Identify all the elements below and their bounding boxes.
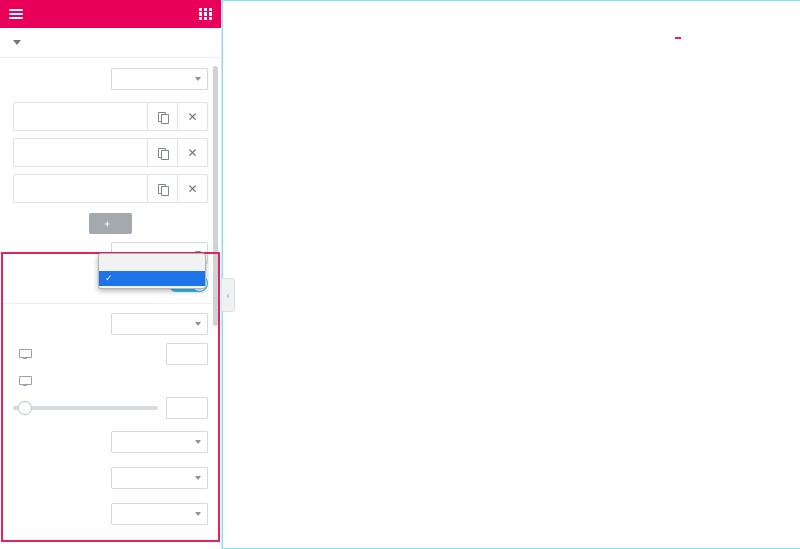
panel-collapse-handle[interactable]: ‹	[222, 278, 235, 312]
dropdown-option-random[interactable]	[99, 271, 205, 286]
type-select[interactable]	[111, 68, 208, 90]
chevron-down-icon	[195, 440, 201, 444]
list-item[interactable]: ✕	[13, 174, 208, 203]
order-by-dropdown[interactable]	[98, 253, 206, 289]
layout-select[interactable]	[111, 313, 208, 335]
list-item[interactable]: ✕	[13, 102, 208, 131]
settings-section-header[interactable]	[0, 28, 221, 58]
divider	[0, 303, 221, 304]
gallery-name	[14, 103, 147, 130]
panel-header	[0, 0, 221, 28]
list-item[interactable]: ✕	[13, 138, 208, 167]
link-row	[0, 427, 221, 457]
gallery-item[interactable]	[613, 468, 800, 548]
remove-gallery-button[interactable]: ✕	[177, 103, 207, 130]
gallery-item[interactable]	[421, 186, 608, 321]
copy-icon	[158, 183, 169, 196]
copy-icon	[158, 147, 169, 160]
gallery-item[interactable]	[229, 327, 416, 462]
gallery-preview	[222, 0, 800, 549]
close-icon: ✕	[187, 181, 198, 196]
type-row	[0, 64, 221, 94]
columns-input[interactable]	[166, 343, 208, 365]
monitor-icon[interactable]	[19, 376, 32, 386]
image-size-select[interactable]	[111, 503, 208, 525]
settings-panel: ✕ ✕ ✕ + ✓ ‹	[0, 0, 235, 549]
remove-gallery-button[interactable]: ✕	[177, 139, 207, 166]
duplicate-gallery-button[interactable]	[147, 139, 177, 166]
chevron-down-icon	[195, 512, 201, 516]
spacing-label	[13, 376, 32, 386]
chevron-down-icon	[195, 77, 201, 81]
gallery-name	[14, 175, 147, 202]
spacing-slider[interactable]	[13, 401, 158, 415]
gallery-item[interactable]	[613, 186, 800, 321]
monitor-icon[interactable]	[19, 349, 32, 359]
grid-icon[interactable]	[199, 7, 212, 21]
duplicate-gallery-button[interactable]	[147, 103, 177, 130]
aspect-ratio-select[interactable]	[111, 467, 208, 489]
gallery-item[interactable]	[229, 45, 416, 180]
chevron-left-icon: ‹	[226, 290, 230, 300]
chevron-down-icon	[13, 40, 21, 45]
hamburger-icon[interactable]	[9, 9, 23, 19]
gallery-item[interactable]	[421, 45, 608, 180]
close-icon: ✕	[187, 109, 198, 124]
gallery-name	[14, 139, 147, 166]
gallery-item[interactable]	[229, 468, 416, 548]
add-item-row: +	[0, 210, 221, 238]
columns-label	[13, 349, 32, 359]
slider-thumb[interactable]	[18, 401, 32, 415]
gallery-item[interactable]	[613, 327, 800, 462]
columns-row	[0, 339, 221, 369]
duplicate-gallery-button[interactable]	[147, 175, 177, 202]
gallery-item[interactable]	[229, 186, 416, 321]
link-select[interactable]	[111, 431, 208, 453]
gallery-item[interactable]	[421, 327, 608, 462]
galleries-label	[0, 94, 221, 102]
gallery-item[interactable]	[421, 468, 608, 548]
spacing-slider-row	[0, 393, 221, 423]
layout-row	[0, 309, 221, 339]
gallery-editor: ✕ ✕ ✕ + ✓ ‹	[0, 0, 800, 549]
spacing-row	[0, 369, 221, 393]
chevron-down-icon	[195, 476, 201, 480]
add-item-button[interactable]: +	[88, 213, 133, 234]
chevron-down-icon	[195, 322, 201, 326]
gallery-filter-tabs	[223, 1, 800, 39]
gallery-item[interactable]	[613, 45, 800, 180]
aspect-ratio-row	[0, 463, 221, 493]
copy-icon	[158, 111, 169, 124]
spacing-input[interactable]	[166, 397, 208, 419]
close-icon: ✕	[187, 145, 198, 160]
gallery-grid	[223, 39, 800, 548]
image-size-row	[0, 499, 221, 529]
panel-body: ✕ ✕ ✕ +	[0, 64, 221, 529]
dropdown-option-default[interactable]	[99, 256, 205, 271]
plus-icon: +	[104, 218, 111, 229]
remove-gallery-button[interactable]: ✕	[177, 175, 207, 202]
panel-scrollbar[interactable]	[213, 66, 218, 326]
